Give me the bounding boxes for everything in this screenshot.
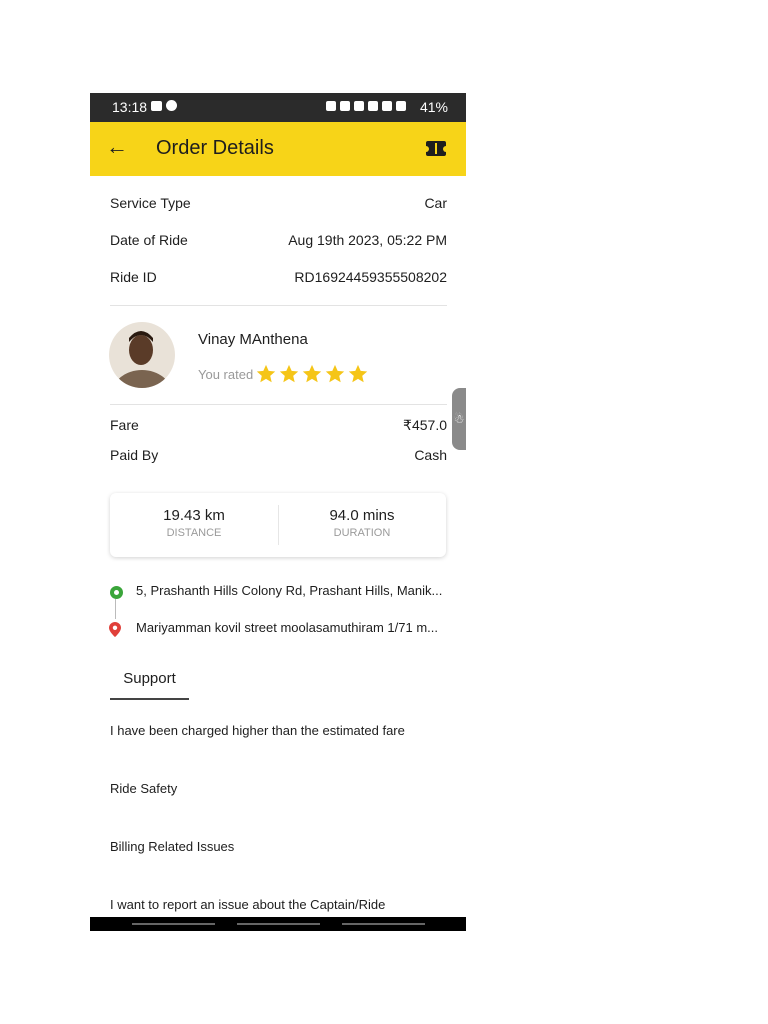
status-left-icons bbox=[151, 100, 177, 111]
ticket-icon[interactable] bbox=[423, 141, 449, 156]
rating-stars bbox=[255, 363, 369, 385]
rated-label: You rated bbox=[198, 366, 254, 382]
pickup-address: 5, Prashanth Hills Colony Rd, Prashant H… bbox=[136, 583, 443, 598]
star-icon bbox=[280, 364, 299, 383]
date-of-ride-row: Date of Ride Aug 19th 2023, 05:22 PM bbox=[110, 232, 447, 248]
status-right-icons bbox=[326, 101, 406, 111]
rating-row: You rated bbox=[198, 363, 369, 385]
accessibility-icon[interactable]: ☃ bbox=[452, 388, 466, 450]
star-icon bbox=[257, 364, 276, 383]
distance-label: DISTANCE bbox=[166, 527, 222, 539]
message-icon bbox=[151, 100, 162, 111]
back-nav-button[interactable] bbox=[342, 923, 425, 925]
battery-level: 41% bbox=[419, 99, 448, 115]
support-issue-item[interactable]: I have been charged higher than the esti… bbox=[110, 723, 405, 738]
captain-name: Vinay MAnthena bbox=[198, 331, 308, 348]
distance-value: 19.43 km bbox=[163, 507, 225, 524]
service-type-label: Service Type bbox=[110, 195, 191, 211]
fare-value: ₹457.0 bbox=[403, 417, 447, 433]
date-of-ride-label: Date of Ride bbox=[110, 232, 188, 248]
support-issue-item[interactable]: Ride Safety bbox=[110, 781, 177, 796]
service-type-row: Service Type Car bbox=[110, 195, 447, 211]
service-type-value: Car bbox=[424, 195, 447, 211]
tab-underline bbox=[110, 698, 189, 700]
star-icon bbox=[303, 364, 322, 383]
mute-icon bbox=[354, 101, 364, 111]
signal-icon bbox=[396, 101, 406, 111]
ride-id-row: Ride ID RD16924459355508202 bbox=[110, 269, 447, 285]
app-header: ← Order Details bbox=[90, 122, 466, 176]
divider bbox=[110, 404, 447, 405]
support-tab-label: Support bbox=[123, 670, 176, 687]
distance-stat: 19.43 km DISTANCE bbox=[110, 507, 278, 539]
system-nav-bar bbox=[90, 917, 466, 931]
recent-apps-button[interactable] bbox=[132, 923, 215, 925]
duration-stat: 94.0 mins DURATION bbox=[278, 507, 446, 539]
back-arrow-icon[interactable]: ← bbox=[106, 134, 128, 160]
duration-value: 94.0 mins bbox=[329, 507, 395, 524]
ride-id-value: RD16924459355508202 bbox=[294, 269, 447, 285]
ride-id-label: Ride ID bbox=[110, 269, 157, 285]
home-button[interactable] bbox=[237, 923, 320, 925]
date-of-ride-value: Aug 19th 2023, 05:22 PM bbox=[288, 232, 447, 248]
drop-pin-icon bbox=[109, 622, 121, 637]
phone-screen: 13:18 41% ← Order Details Service Type C… bbox=[90, 93, 466, 931]
star-icon bbox=[326, 364, 345, 383]
route-connector bbox=[115, 599, 116, 619]
page-title: Order Details bbox=[156, 137, 274, 159]
tab-support[interactable]: Support bbox=[110, 670, 189, 700]
alarm-icon bbox=[340, 101, 350, 111]
support-issue-item[interactable]: I want to report an issue about the Capt… bbox=[110, 897, 385, 912]
status-bar: 13:18 41% bbox=[90, 93, 466, 122]
drop-address: Mariyamman kovil street moolasamuthiram … bbox=[136, 620, 438, 635]
ride-stats-card: 19.43 km DISTANCE 94.0 mins DURATION bbox=[110, 493, 446, 557]
paid-by-label: Paid By bbox=[110, 447, 159, 463]
duration-label: DURATION bbox=[333, 527, 391, 539]
paid-by-value: Cash bbox=[414, 447, 447, 463]
fare-label: Fare bbox=[110, 417, 139, 433]
status-time: 13:18 bbox=[112, 99, 148, 115]
wifi-icon bbox=[382, 101, 392, 111]
divider bbox=[110, 305, 447, 306]
fare-row: Fare ₹457.0 bbox=[110, 417, 447, 434]
captain-avatar bbox=[109, 322, 175, 388]
paid-by-row: Paid By Cash bbox=[110, 447, 447, 463]
star-icon bbox=[349, 364, 368, 383]
pickup-dot-icon bbox=[110, 586, 123, 599]
app-notification-icon bbox=[166, 100, 177, 111]
location-icon bbox=[368, 101, 378, 111]
battery-saver-icon bbox=[326, 101, 336, 111]
support-issue-item[interactable]: Billing Related Issues bbox=[110, 839, 234, 854]
